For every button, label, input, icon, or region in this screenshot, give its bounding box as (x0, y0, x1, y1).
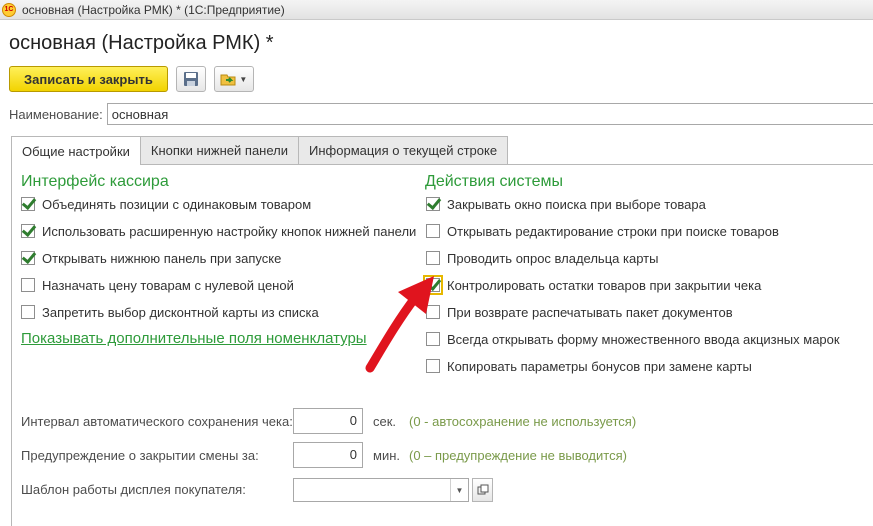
option-copy-bonus-params[interactable]: Копировать параметры бонусов при замене … (426, 357, 752, 375)
autosave-label: Интервал автоматического сохранения чека… (21, 414, 293, 429)
checkbox-label: Закрывать окно поиска при выборе товара (447, 196, 706, 212)
show-extra-fields-link[interactable]: Показывать дополнительные поля номенклат… (21, 330, 367, 347)
option-merge-positions[interactable]: Объединять позиции с одинаковым товаром (21, 195, 311, 213)
display-template-label: Шаблон работы дисплея покупателя: (21, 482, 246, 497)
open-template-button[interactable] (472, 478, 493, 502)
shift-warning-unit: мин. (373, 448, 400, 463)
option-control-stock[interactable]: Контролировать остатки товаров при закры… (423, 275, 762, 295)
chevron-down-icon: ▼ (239, 74, 248, 84)
name-input[interactable]: основная (106, 103, 873, 125)
tab-current-row-info[interactable]: Информация о текущей строке (298, 136, 509, 164)
checkbox[interactable] (21, 251, 35, 265)
save-button[interactable] (175, 66, 206, 92)
checkbox-label: Проводить опрос владельца карты (447, 250, 659, 266)
tab-general-settings[interactable]: Общие настройки (11, 136, 141, 165)
checkbox[interactable] (21, 278, 35, 292)
checkbox-label: Назначать цену товарам с нулевой ценой (42, 277, 294, 293)
checkbox-label: Открывать нижнюю панель при запуске (42, 250, 282, 266)
checkbox-label: При возврате распечатывать пакет докумен… (447, 304, 733, 320)
system-actions-title: Действия системы (425, 173, 564, 190)
name-field-row: Наименование: основная (9, 103, 873, 125)
checkbox-label: Копировать параметры бонусов при замене … (447, 358, 752, 374)
checkbox[interactable] (21, 197, 35, 211)
checkbox-label: Всегда открывать форму множественного вв… (447, 331, 840, 347)
option-survey-card-owner[interactable]: Проводить опрос владельца карты (426, 249, 658, 267)
checkbox-label: Контролировать остатки товаров при закры… (447, 277, 762, 293)
checkbox-label: Открывать редактирование строки при поис… (447, 223, 779, 239)
option-forbid-discount-card-list[interactable]: Запретить выбор дисконтной карты из спис… (21, 303, 319, 321)
checkbox-label: Запретить выбор дисконтной карты из спис… (42, 304, 319, 320)
save-and-close-button[interactable]: Записать и закрыть (9, 66, 168, 92)
window-titlebar: 1С основная (Настройка РМК) * (1С:Предпр… (0, 0, 873, 20)
shift-warning-hint: (0 – предупреждение не выводится) (409, 448, 627, 463)
option-extended-button-settings[interactable]: Использовать расширенную настройку кнопо… (21, 222, 416, 240)
option-close-search-window[interactable]: Закрывать окно поиска при выборе товара (426, 195, 706, 213)
option-print-return-package[interactable]: При возврате распечатывать пакет докумен… (426, 303, 733, 321)
checkbox[interactable] (426, 251, 440, 265)
option-zero-price[interactable]: Назначать цену товарам с нулевой ценой (21, 276, 294, 294)
toolbar: Записать и закрыть ▼ (9, 66, 254, 92)
checkbox-label: Использовать расширенную настройку кнопо… (42, 223, 417, 239)
display-template-select[interactable]: ▼ (293, 478, 469, 502)
go-to-icon (220, 74, 236, 86)
option-multiple-excise-marks[interactable]: Всегда открывать форму множественного вв… (426, 330, 840, 348)
checkbox[interactable] (426, 224, 440, 238)
autosave-unit: сек. (373, 414, 397, 429)
shift-warning-label: Предупреждение о закрытии смены за: (21, 448, 259, 463)
checkbox[interactable] (21, 305, 35, 319)
autosave-hint: (0 - автосохранение не используется) (409, 414, 637, 429)
name-label: Наименование: (9, 106, 103, 122)
cashier-interface-title: Интерфейс кассира (21, 173, 169, 190)
checkbox[interactable] (426, 197, 440, 211)
autosave-input[interactable]: 0 (293, 408, 363, 434)
go-to-menu-button[interactable]: ▼ (213, 66, 254, 92)
tab-bar: Общие настройки Кнопки нижней панели Инф… (11, 136, 509, 165)
page-title: основная (Настройка РМК) * (9, 32, 274, 54)
option-open-row-editing[interactable]: Открывать редактирование строки при поис… (426, 222, 779, 240)
checkbox[interactable] (21, 224, 35, 238)
app-logo-icon: 1С (2, 2, 16, 17)
shift-warning-input[interactable]: 0 (293, 442, 363, 468)
window-title: основная (Настройка РМК) * (1С:Предприят… (22, 2, 285, 17)
red-arrow-annotation (365, 276, 434, 373)
dropdown-arrow-icon[interactable]: ▼ (450, 479, 468, 501)
open-form-icon (477, 484, 488, 495)
checkbox-label: Объединять позиции с одинаковым товаром (42, 196, 312, 212)
option-open-bottom-panel[interactable]: Открывать нижнюю панель при запуске (21, 249, 281, 267)
floppy-disk-icon (183, 72, 198, 86)
tab-bottom-panel-buttons[interactable]: Кнопки нижней панели (139, 136, 300, 164)
